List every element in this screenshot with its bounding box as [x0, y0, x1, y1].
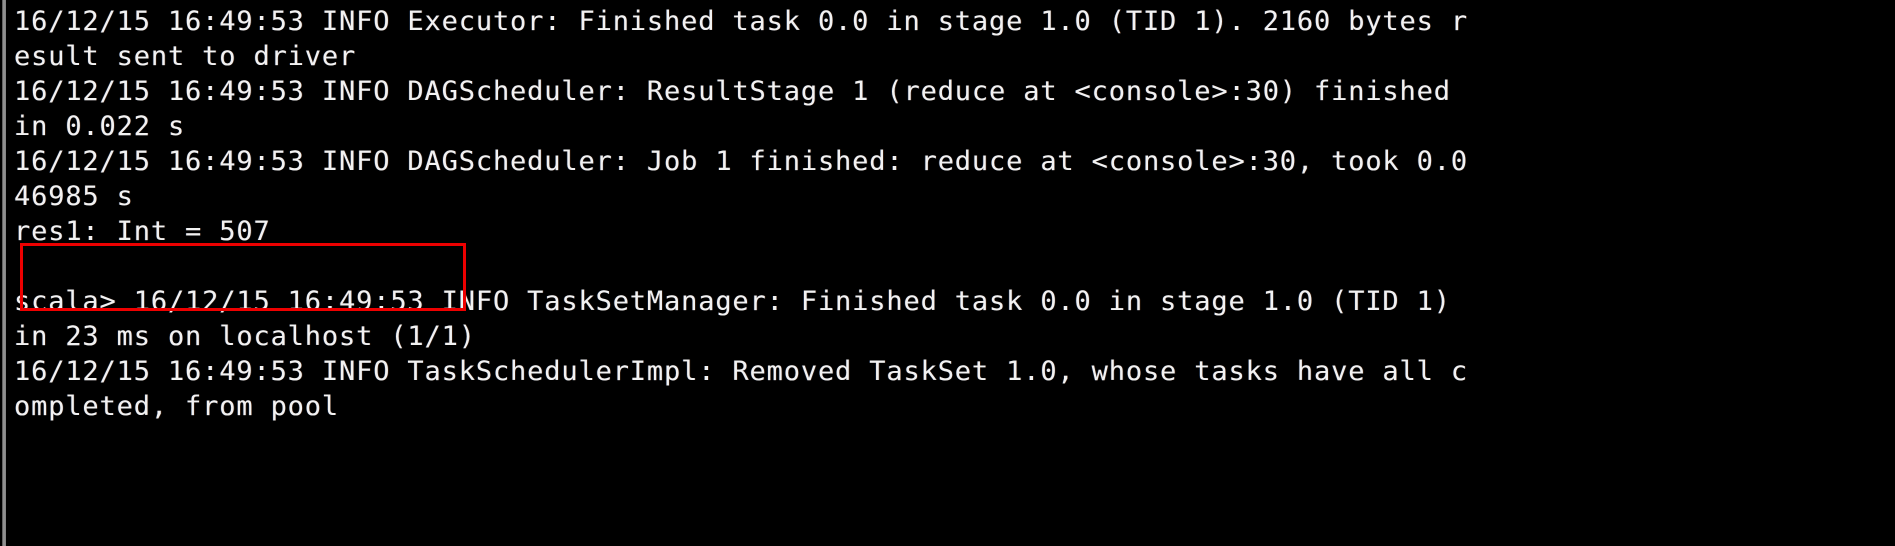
- console-line: esult sent to driver: [14, 41, 357, 72]
- console-line-result: res1: Int = 507: [14, 216, 271, 247]
- console-line: in 0.022 s: [14, 111, 186, 142]
- console-line-prompt: scala> 16/12/15 16:49:53 INFO TaskSetMan…: [14, 286, 1451, 317]
- console-line: 16/12/15 16:49:53 INFO TaskSchedulerImpl…: [14, 356, 1468, 387]
- console-line: 16/12/15 16:49:53 INFO DAGScheduler: Job…: [14, 146, 1468, 177]
- console-line: ompleted, from pool: [14, 391, 340, 422]
- console-line: 16/12/15 16:49:53 INFO Executor: Finishe…: [14, 6, 1468, 37]
- console-line: in 23 ms on localhost (1/1): [14, 321, 476, 352]
- console-line: 16/12/15 16:49:53 INFO DAGScheduler: Res…: [14, 76, 1451, 107]
- scrollbar-track[interactable]: [2, 0, 6, 546]
- terminal-window: 16/12/15 16:49:53 INFO Executor: Finishe…: [0, 0, 1895, 546]
- console-output-area[interactable]: 16/12/15 16:49:53 INFO Executor: Finishe…: [8, 0, 1895, 546]
- window-left-scrollbar-gutter[interactable]: [0, 0, 8, 546]
- console-line: 46985 s: [14, 181, 134, 212]
